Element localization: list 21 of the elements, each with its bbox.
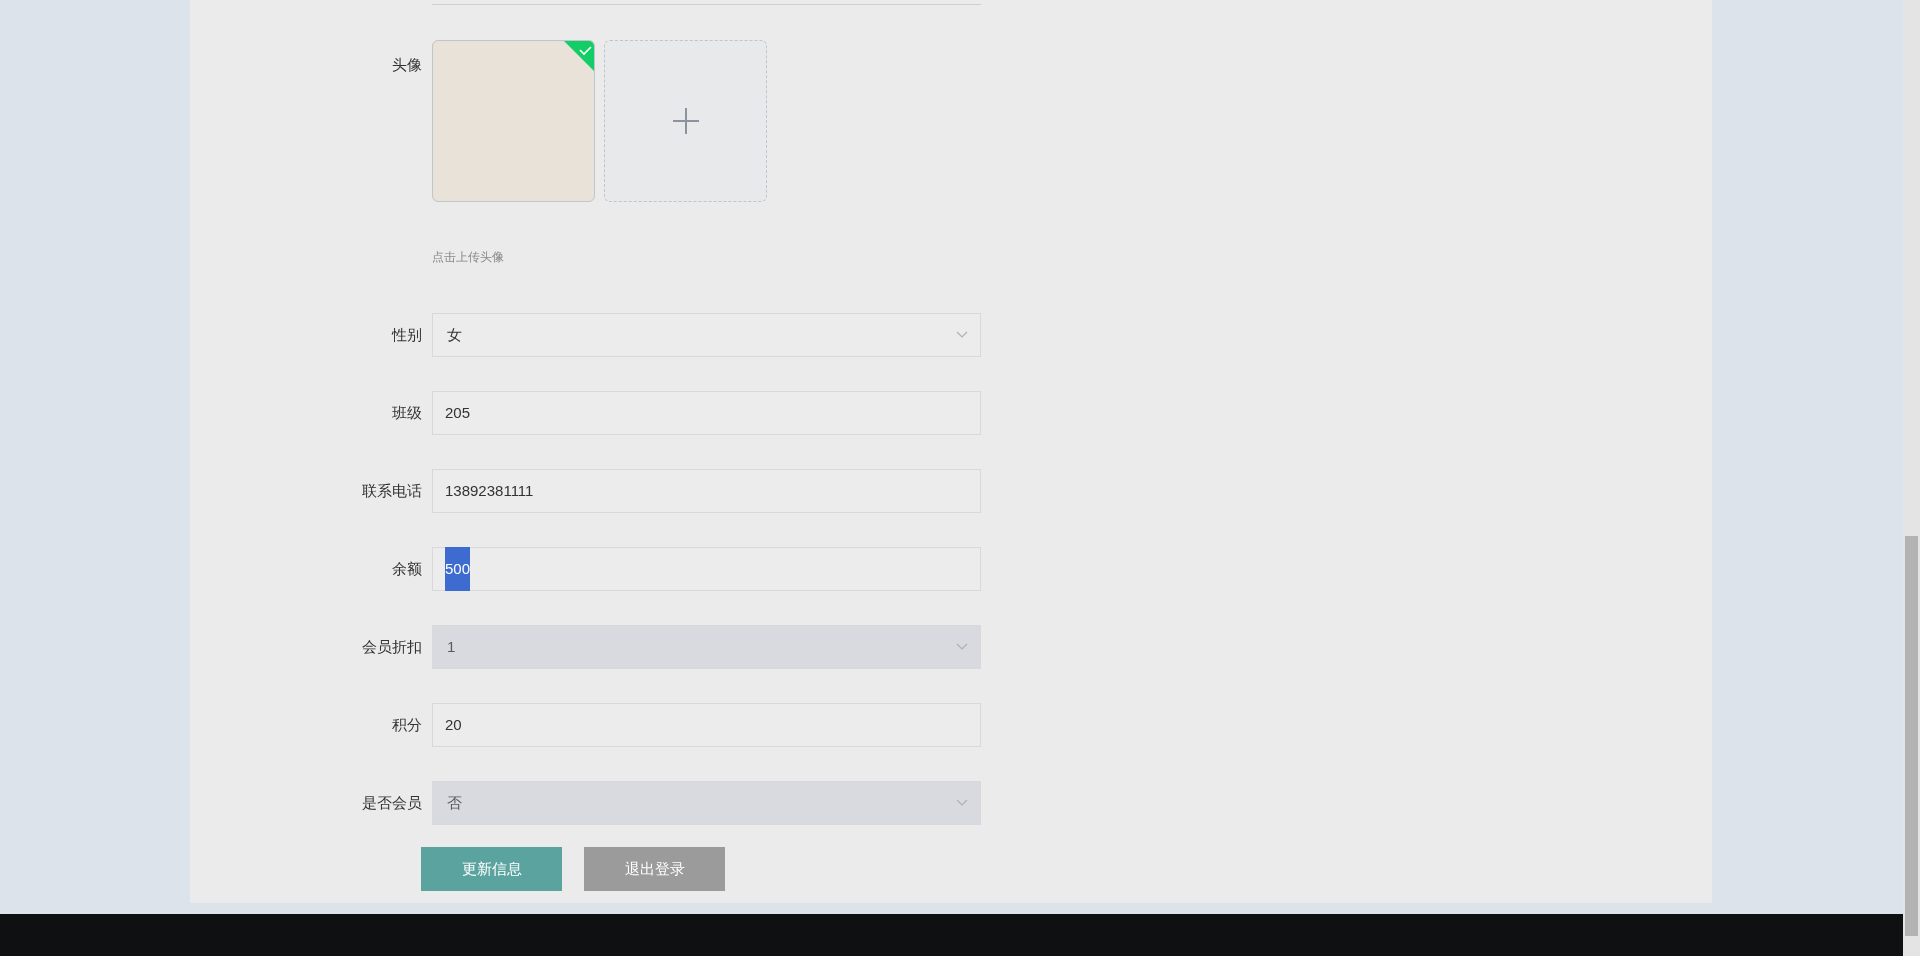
chevron-down-icon — [956, 643, 968, 651]
input-field[interactable]: 13892381111 — [432, 469, 981, 513]
input-field[interactable]: 500 — [432, 547, 981, 591]
update-button[interactable]: 更新信息 — [421, 847, 562, 891]
upload-button[interactable] — [604, 40, 767, 202]
chevron-down-icon — [956, 799, 968, 807]
input-field[interactable]: 20 — [432, 703, 981, 747]
field-label: 头像 — [391, 55, 422, 75]
plus-icon — [671, 107, 700, 135]
field-label: 余额 — [391, 558, 422, 579]
field-label: 班级 — [391, 402, 422, 423]
input-field[interactable]: 205 — [432, 391, 981, 435]
field-label: 积分 — [391, 714, 422, 735]
chevron-down-icon — [956, 331, 968, 339]
select-field[interactable]: 女 — [432, 313, 981, 357]
field-label: 性别 — [390, 324, 422, 345]
field-label: 会员折扣 — [361, 636, 422, 657]
field-label: 是否会员 — [361, 792, 422, 813]
upload-hint: 点击上传头像 — [432, 249, 504, 266]
logout-button[interactable]: 退出登录 — [584, 847, 725, 891]
field-label: 联系电话 — [361, 480, 422, 501]
